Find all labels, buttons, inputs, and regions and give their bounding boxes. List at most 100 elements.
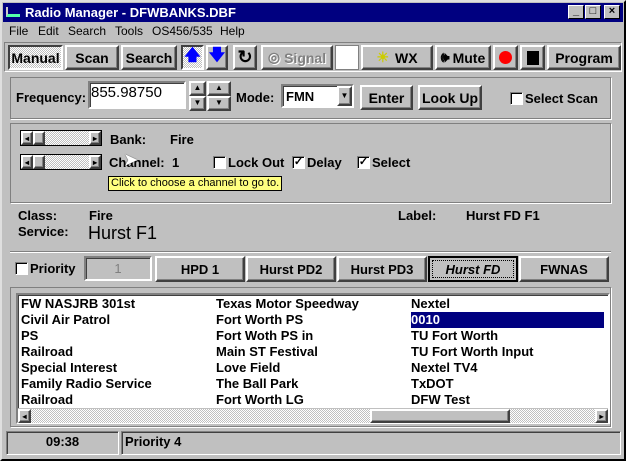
scan-button[interactable]: Scan <box>65 45 119 70</box>
scan-up-button[interactable]: 🡅 <box>181 45 204 70</box>
list-item[interactable]: FW NASJRB 301st <box>21 296 135 312</box>
menu-tools[interactable]: Tools <box>115 24 143 38</box>
scroll-thumb[interactable] <box>370 409 510 423</box>
frequency-coarse-down[interactable]: ▼ <box>189 96 206 111</box>
minimize-button[interactable]: _ <box>568 5 584 19</box>
bank-label: Bank: <box>110 132 147 147</box>
refresh-button[interactable]: ↻ <box>233 45 257 70</box>
list-item[interactable]: Love Field <box>216 360 280 376</box>
priority-button-1[interactable]: HPD 1 <box>155 256 245 282</box>
list-item[interactable]: Nextel <box>411 296 450 312</box>
list-horizontal-scrollbar[interactable]: ◂ ▸ <box>18 408 608 423</box>
priority-button-5[interactable]: FWNAS <box>519 256 609 282</box>
priority-button-3[interactable]: Hurst PD3 <box>337 256 427 282</box>
delay-checkbox[interactable]: ✓ <box>292 156 305 169</box>
list-item[interactable]: Texas Motor Speedway <box>216 296 359 312</box>
arrow-up-icon: 🡅 <box>184 47 201 64</box>
status-message: Priority 4 <box>121 431 621 455</box>
lookup-button[interactable]: Look Up <box>418 85 482 110</box>
list-item[interactable]: TxDOT <box>411 376 454 392</box>
service-label: Service: <box>18 224 69 239</box>
priority-channel-field: 1 <box>84 256 152 281</box>
bank-scrollbar[interactable]: ◂ ▸ <box>20 130 102 146</box>
window-title: Radio Manager - DFWBANKS.DBF <box>25 5 236 20</box>
mode-label: Mode: <box>236 90 275 105</box>
search-button[interactable]: Search <box>121 45 177 70</box>
frequency-coarse-up[interactable]: ▲ <box>189 81 206 96</box>
list-item[interactable]: TU Fort Worth Input <box>411 344 534 360</box>
dropdown-arrow-icon[interactable]: ▼ <box>337 86 352 106</box>
list-item[interactable]: Fort Woth PS in <box>216 328 313 344</box>
mode-select[interactable]: FMN ▼ <box>281 84 354 108</box>
weather-icon: ☀ <box>376 49 389 65</box>
maximize-button[interactable]: □ <box>585 5 601 19</box>
lockout-label: Lock Out <box>228 155 285 170</box>
label-value: Hurst FD F1 <box>466 208 540 223</box>
menu-edit[interactable]: Edit <box>38 24 59 38</box>
priority-button-2[interactable]: Hurst PD2 <box>246 256 336 282</box>
list-item[interactable]: Fort Worth PS <box>216 312 303 328</box>
close-button[interactable]: × <box>604 5 620 19</box>
lockout-checkbox[interactable] <box>213 156 226 169</box>
class-label: Class: <box>18 208 58 223</box>
frequency-fine-up[interactable]: ▲ <box>207 81 231 96</box>
list-item[interactable]: Fort Worth LG <box>216 392 304 408</box>
record-button[interactable] <box>493 45 518 70</box>
frequency-input[interactable]: 855.98750 <box>88 81 186 109</box>
selection-highlight <box>411 312 604 328</box>
priority-button-4[interactable]: Hurst FD <box>428 256 518 282</box>
list-item[interactable]: Family Radio Service <box>21 376 152 392</box>
app-icon <box>6 7 20 17</box>
signal-icon: ◎ <box>267 49 281 65</box>
select-scan-checkbox[interactable] <box>510 92 523 105</box>
bank-value: Fire <box>170 132 194 147</box>
status-time: 09:38 <box>6 431 119 455</box>
signal-indicator <box>335 45 359 70</box>
bank-list[interactable]: FW NASJRB 301st Civil Air Patrol PS Railroa… <box>16 293 610 424</box>
tooltip: Click to choose a channel to go to. <box>108 176 283 191</box>
priority-label: Priority <box>30 261 76 276</box>
list-item[interactable]: Nextel TV4 <box>411 360 477 376</box>
stop-icon <box>526 50 539 65</box>
select-checkbox[interactable]: ✓ <box>357 156 370 169</box>
program-button[interactable]: Program <box>547 45 621 70</box>
channel-scrollbar[interactable]: ◂ ▸ <box>20 154 102 170</box>
list-item[interactable]: Civil Air Patrol <box>21 312 110 328</box>
menu-help[interactable]: Help <box>220 24 245 38</box>
select-scan-label: Select Scan <box>525 91 598 106</box>
list-item[interactable]: PS <box>21 328 38 344</box>
list-item[interactable]: Railroad <box>21 344 73 360</box>
priority-checkbox[interactable] <box>15 262 28 275</box>
manual-button[interactable]: Manual <box>8 45 63 70</box>
scroll-left-arrow[interactable]: ◂ <box>18 409 31 423</box>
stop-button[interactable] <box>520 45 545 70</box>
enter-button[interactable]: Enter <box>360 85 413 110</box>
record-icon <box>499 51 512 64</box>
scroll-right-arrow[interactable]: ▸ <box>595 409 608 423</box>
scan-down-button[interactable]: 🡇 <box>206 45 228 70</box>
delay-label: Delay <box>307 155 342 170</box>
menu-os456[interactable]: OS456/535 <box>152 24 213 38</box>
speaker-icon: 🕪 <box>440 49 450 65</box>
refresh-icon: ↻ <box>237 47 253 67</box>
mute-button[interactable]: 🕪 Mute <box>435 45 491 70</box>
mouse-cursor-icon: ➤ <box>124 152 138 169</box>
list-item[interactable]: Railroad <box>21 392 73 408</box>
wx-button[interactable]: ☀ WX <box>361 45 433 70</box>
list-item[interactable]: Main ST Festival <box>216 344 318 360</box>
list-item[interactable]: 0010 <box>411 312 440 328</box>
arrow-down-icon: 🡇 <box>208 47 226 64</box>
service-value: Hurst F1 <box>88 223 158 243</box>
title-bar: Radio Manager - DFWBANKS.DBF <box>3 3 623 22</box>
signal-button: ◎ Signal <box>261 45 333 70</box>
frequency-fine-down[interactable]: ▼ <box>207 96 231 111</box>
menu-file[interactable]: File <box>9 24 28 38</box>
frequency-label: Frequency: <box>16 90 87 105</box>
list-item[interactable]: Special Interest <box>21 360 117 376</box>
menu-search[interactable]: Search <box>68 24 106 38</box>
list-item[interactable]: DFW Test <box>411 392 470 408</box>
list-item[interactable]: The Ball Park <box>216 376 298 392</box>
channel-value[interactable]: 1 <box>172 155 179 170</box>
list-item[interactable]: TU Fort Worth <box>411 328 498 344</box>
class-value: Fire <box>89 208 113 223</box>
